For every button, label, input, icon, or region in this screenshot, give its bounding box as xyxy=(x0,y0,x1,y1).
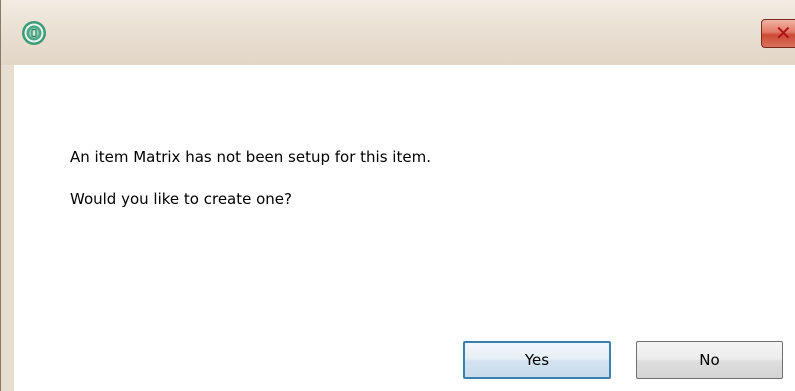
close-icon: ✕ xyxy=(775,21,792,45)
message-line-2: Would you like to create one? xyxy=(70,190,292,208)
message-line-1: An item Matrix has not been setup for th… xyxy=(70,148,431,166)
dialog-window: ✕ An item Matrix has not been setup for … xyxy=(0,0,795,391)
close-button[interactable]: ✕ xyxy=(761,19,795,48)
app-logo-icon xyxy=(22,21,46,45)
yes-button[interactable]: Yes xyxy=(463,341,611,379)
no-button[interactable]: No xyxy=(636,341,783,379)
title-bar[interactable]: ✕ xyxy=(1,0,795,65)
dialog-body: An item Matrix has not been setup for th… xyxy=(14,65,795,391)
